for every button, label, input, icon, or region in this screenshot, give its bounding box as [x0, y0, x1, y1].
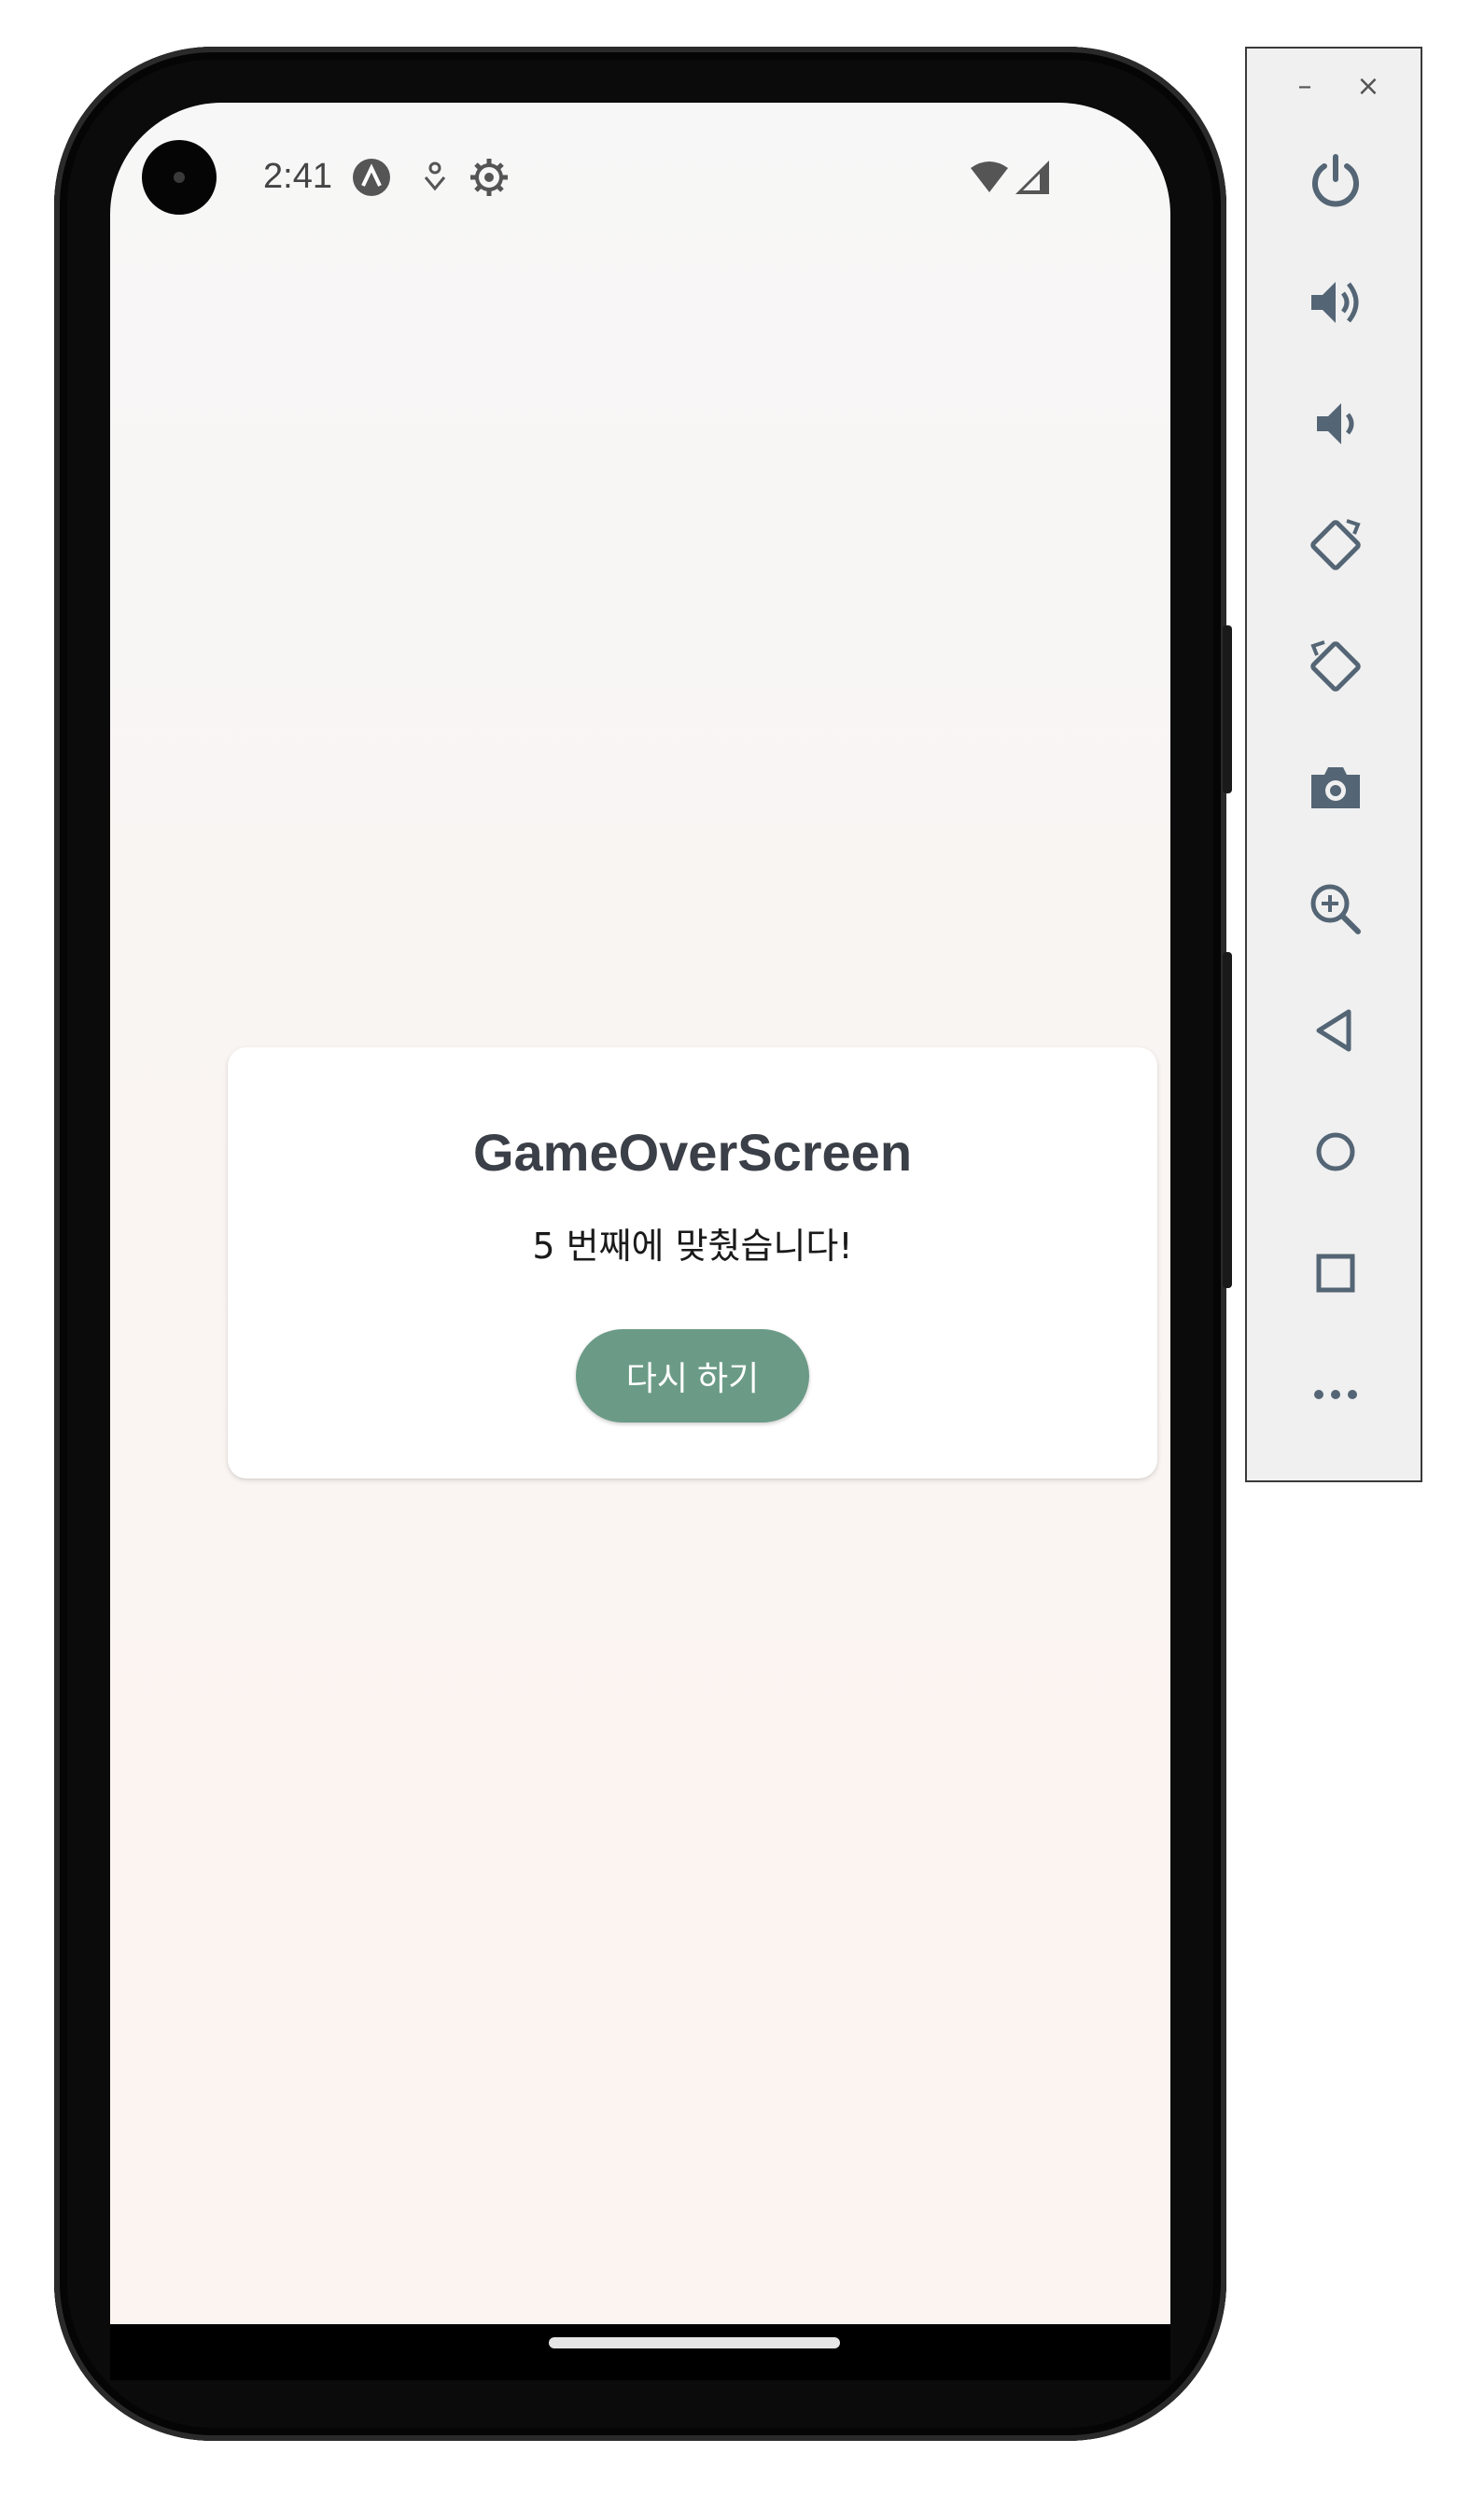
download-icon	[424, 161, 446, 191]
emulator-toolbar: – ×	[1245, 47, 1422, 1482]
wifi-icon	[971, 161, 1008, 192]
power-icon	[1312, 154, 1359, 207]
app-screen: 2:41 GameOverScreen 5 번째에 맞췄습니다! 다시 하기	[110, 103, 1170, 2324]
close-button[interactable]: ×	[1350, 67, 1387, 105]
overview-icon	[1316, 1254, 1355, 1293]
home-button[interactable]	[1289, 1105, 1382, 1198]
phone-volume-button	[1223, 625, 1232, 793]
overview-button[interactable]	[1289, 1226, 1382, 1320]
zoom-button[interactable]	[1289, 862, 1382, 956]
android-notification-icon	[353, 159, 390, 196]
front-camera	[142, 140, 217, 215]
status-time: 2:41	[263, 157, 332, 196]
rotate-left-button[interactable]	[1289, 498, 1382, 592]
phone-frame: 2:41 GameOverScreen 5 번째에 맞췄습니다! 다시 하기	[54, 47, 1232, 2441]
screenshot-button[interactable]	[1289, 741, 1382, 834]
home-indicator[interactable]	[549, 2337, 840, 2348]
status-bar: 2:41	[110, 103, 1170, 243]
zoom-icon	[1310, 884, 1361, 934]
power-button[interactable]	[1289, 134, 1382, 228]
back-icon	[1316, 1009, 1351, 1052]
home-icon	[1316, 1132, 1355, 1171]
back-button[interactable]	[1289, 984, 1382, 1077]
gesture-nav-bar	[110, 2324, 1170, 2380]
rotate-right-icon	[1310, 640, 1361, 692]
minimize-button[interactable]: –	[1286, 67, 1323, 105]
volume-up-icon	[1311, 282, 1359, 323]
game-over-card: GameOverScreen 5 번째에 맞췄습니다! 다시 하기	[228, 1047, 1157, 1479]
rotate-right-button[interactable]	[1289, 620, 1382, 713]
settings-gear-icon	[470, 159, 508, 196]
more-button[interactable]	[1289, 1348, 1382, 1441]
volume-down-button[interactable]	[1289, 377, 1382, 470]
volume-down-icon	[1317, 403, 1354, 444]
phone-power-button	[1223, 952, 1232, 1288]
rotate-left-icon	[1310, 519, 1361, 570]
camera-icon	[1311, 767, 1360, 808]
retry-button[interactable]: 다시 하기	[576, 1329, 809, 1423]
game-over-title: GameOverScreen	[472, 1123, 913, 1182]
volume-up-button[interactable]	[1289, 256, 1382, 349]
more-icon	[1314, 1390, 1357, 1399]
attempt-count-message: 5 번째에 맞췄습니다!	[532, 1226, 853, 1267]
cellular-signal-icon	[1015, 161, 1049, 194]
